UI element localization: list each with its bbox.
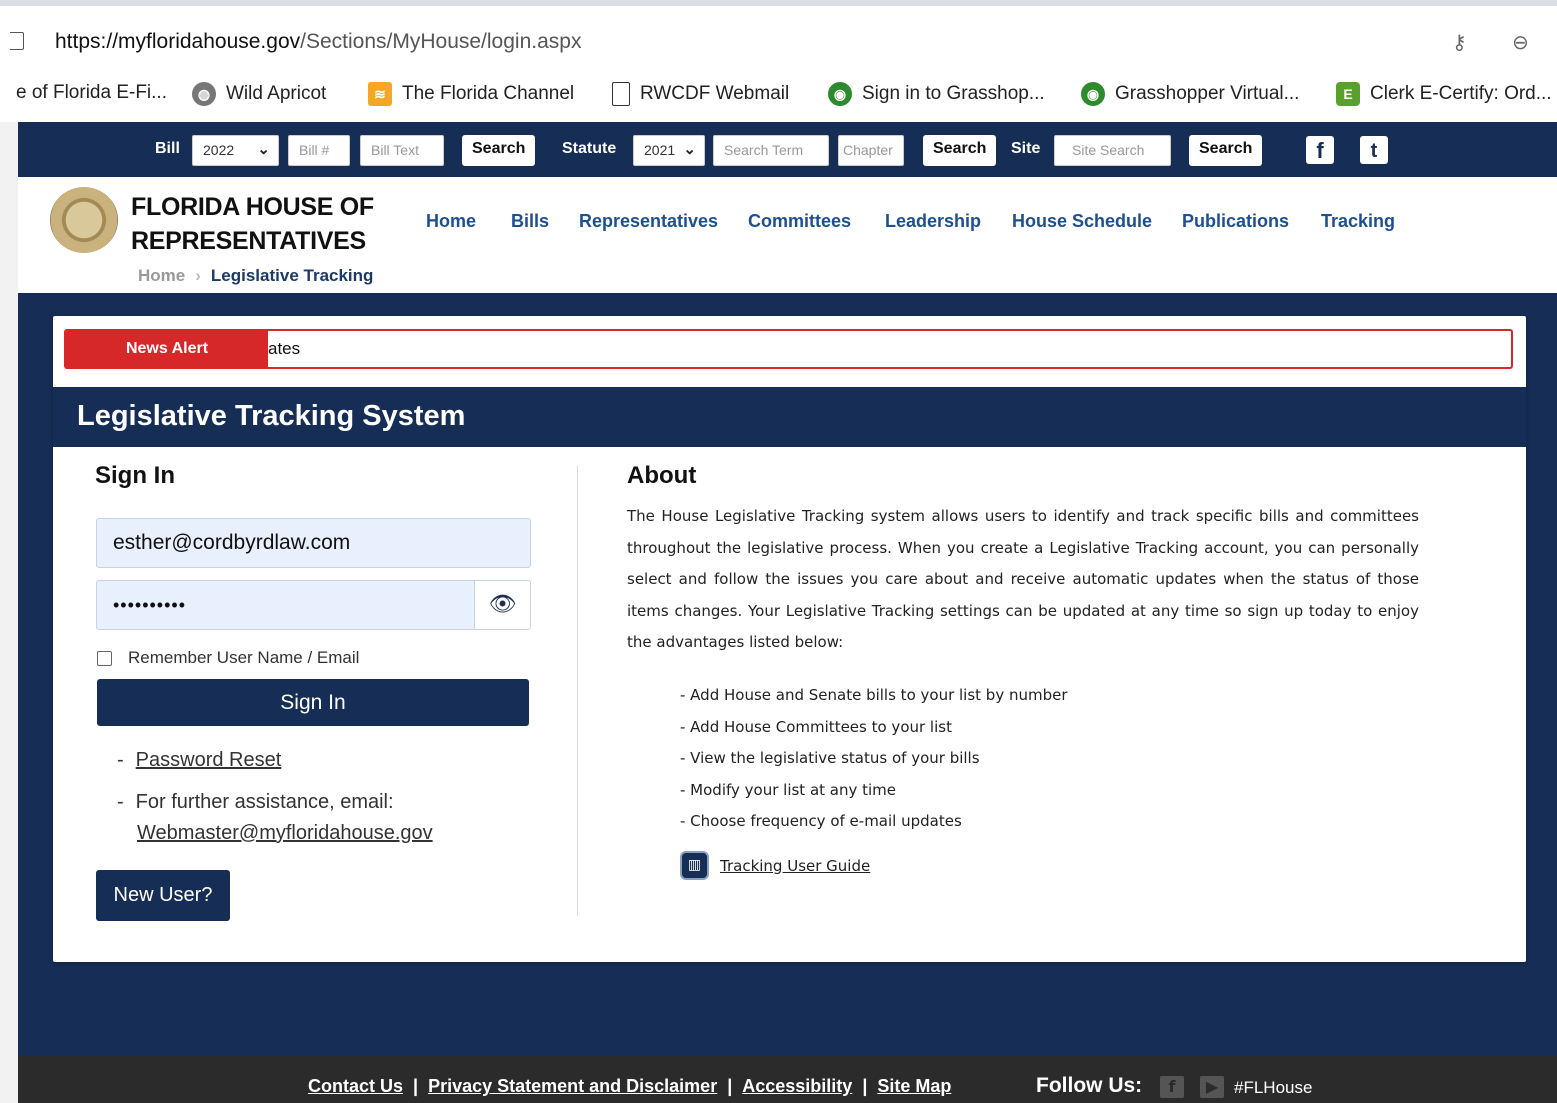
statute-year-select[interactable]: 2021 ⌄: [633, 135, 705, 166]
url-field[interactable]: https://myfloridahouse.gov/Sections/MyHo…: [55, 30, 581, 54]
panel-title-bar: Legislative Tracking System: [53, 387, 1526, 447]
breadcrumb: Home › Legislative Tracking: [138, 266, 373, 286]
password-field[interactable]: ••••••••••: [96, 580, 476, 630]
statute-chapter-input[interactable]: Chapter: [838, 135, 904, 166]
nav-publications[interactable]: Publications: [1182, 211, 1289, 232]
email-field[interactable]: esther@cordbyrdlaw.com: [96, 518, 531, 568]
remember-label[interactable]: Remember User Name / Email: [128, 648, 359, 668]
bookmark-item[interactable]: ◉ Grasshopper Virtual...: [1081, 82, 1299, 106]
bookmarks-bar: e of Florida E-Fi... ◍ Wild Apricot ≋ The …: [0, 64, 1557, 122]
breadcrumb-separator: ›: [195, 266, 201, 285]
statute-search-button[interactable]: Search: [923, 135, 997, 166]
news-alert-message[interactable]: ates: [268, 339, 300, 359]
nav-tracking[interactable]: Tracking: [1321, 211, 1395, 232]
youtube-icon[interactable]: ▶: [1200, 1076, 1224, 1098]
site-map-link[interactable]: Site Map: [877, 1076, 951, 1096]
site-brand[interactable]: FLORIDA HOUSE OF REPRESENTATIVES: [131, 190, 374, 258]
grasshopper-icon: ◉: [828, 82, 852, 106]
facebook-icon[interactable]: f: [1306, 136, 1334, 164]
florida-channel-icon: ≋: [368, 82, 392, 106]
statute-search-term-input[interactable]: Search Term: [713, 135, 829, 166]
twitter-icon[interactable]: t: [1360, 136, 1388, 164]
news-alert-banner[interactable]: News Alert ates: [64, 329, 1513, 369]
follow-us-label: Follow Us:: [1036, 1074, 1143, 1097]
document-icon: [612, 82, 630, 106]
advantages-list: - Add House and Senate bills to your lis…: [680, 680, 1068, 838]
tracking-user-guide-link[interactable]: Tracking User Guide: [720, 857, 870, 875]
bookmark-item[interactable]: ◍ Wild Apricot: [192, 82, 326, 106]
privacy-link[interactable]: Privacy Statement and Disclaimer: [428, 1076, 717, 1096]
browser-address-bar: https://myfloridahouse.gov/Sections/MyHo…: [0, 0, 1557, 64]
sign-in-heading: Sign In: [95, 462, 175, 489]
grasshopper-icon: ◉: [1081, 82, 1105, 106]
site-search-input[interactable]: Site Search: [1054, 135, 1171, 166]
site-header: FLORIDA HOUSE OF REPRESENTATIVES Home Bi…: [18, 177, 1557, 293]
list-item: - Add House Committees to your list: [680, 717, 952, 736]
list-item: - Add House and Senate bills to your lis…: [680, 686, 1068, 704]
about-paragraph: The House Legislative Tracking system al…: [627, 507, 1419, 651]
tracking-card: News Alert ates Legislative Tracking Sys…: [53, 316, 1526, 962]
book-icon: ▥: [680, 851, 709, 880]
chevron-down-icon: ⌄: [683, 141, 696, 158]
breadcrumb-home[interactable]: Home: [138, 266, 185, 285]
site-search-button[interactable]: Search: [1189, 135, 1263, 166]
bookmark-item[interactable]: ≋ The Florida Channel: [368, 82, 574, 106]
nav-representatives[interactable]: Representatives: [579, 211, 718, 232]
assistance-text: For further assistance, email:: [135, 791, 394, 813]
eye-icon[interactable]: 👁: [474, 580, 531, 630]
nav-committees[interactable]: Committees: [748, 211, 851, 232]
bookmark-item[interactable]: RWCDF Webmail: [612, 82, 789, 106]
zoom-icon[interactable]: ⊖: [1512, 30, 1529, 54]
globe-icon: ◍: [192, 82, 216, 106]
statute-label: Statute: [562, 140, 617, 157]
sign-in-button[interactable]: Sign In: [97, 679, 529, 726]
user-guide-item: ▥ Tracking User Guide: [680, 851, 870, 880]
nav-leadership[interactable]: Leadership: [885, 211, 981, 232]
bill-text-input[interactable]: Bill Text: [360, 135, 444, 166]
left-window-edge: [0, 122, 18, 1103]
password-reset-item: - Password Reset: [117, 749, 282, 771]
hashtag[interactable]: #FLHouse: [1234, 1078, 1312, 1098]
chevron-down-icon: ⌄: [257, 141, 270, 158]
column-divider: [577, 466, 578, 916]
clerk-icon: E: [1336, 82, 1360, 106]
facebook-icon[interactable]: f: [1160, 1076, 1184, 1098]
about-heading: About: [627, 462, 697, 489]
remember-checkbox[interactable]: [97, 650, 112, 666]
panel-title: Legislative Tracking System: [77, 400, 466, 432]
footer-links: Contact Us | Privacy Statement and Disclai…: [308, 1076, 952, 1096]
list-item: - Modify your list at any time: [680, 780, 897, 799]
bookmark-item[interactable]: ◉ Sign in to Grasshop...: [828, 82, 1045, 106]
nav-home[interactable]: Home: [426, 211, 476, 232]
password-reset-link[interactable]: Password Reset: [136, 749, 282, 771]
list-item: - Choose frequency of e-mail updates: [680, 812, 962, 830]
site-footer: Contact Us | Privacy Statement and Disclai…: [18, 1056, 1557, 1103]
remember-row: Remember User Name / Email: [97, 648, 359, 668]
key-icon[interactable]: ⚷: [1452, 30, 1467, 54]
bill-number-input[interactable]: Bill #: [288, 135, 350, 166]
breadcrumb-current[interactable]: Legislative Tracking: [211, 266, 374, 285]
webmaster-email-link[interactable]: Webmaster@myfloridahouse.gov: [137, 822, 433, 844]
bookmark-item[interactable]: e of Florida E-Fi...: [16, 82, 167, 104]
accessibility-link[interactable]: Accessibility: [742, 1076, 852, 1096]
contact-us-link[interactable]: Contact Us: [308, 1076, 403, 1096]
page-icon: [10, 32, 24, 50]
nav-bills[interactable]: Bills: [511, 211, 549, 232]
florida-house-seal-logo[interactable]: [50, 187, 118, 253]
bill-year-select[interactable]: 2022 ⌄: [192, 135, 279, 166]
bill-label: Bill: [155, 140, 180, 157]
news-alert-tag: News Alert: [66, 331, 268, 367]
site-label: Site: [1011, 140, 1041, 157]
new-user-button[interactable]: New User?: [96, 870, 230, 921]
bookmark-item[interactable]: E Clerk E-Certify: Ord...: [1336, 82, 1552, 106]
assistance-item: - For further assistance, email: Webmaste…: [117, 791, 433, 844]
bill-search-button[interactable]: Search: [462, 135, 536, 166]
nav-house-schedule[interactable]: House Schedule: [1012, 211, 1152, 232]
site-search-bar: Bill 2022 ⌄ Bill # Bill Text Search Statu…: [18, 122, 1557, 177]
list-item: - View the legislative status of your bi…: [680, 749, 980, 767]
